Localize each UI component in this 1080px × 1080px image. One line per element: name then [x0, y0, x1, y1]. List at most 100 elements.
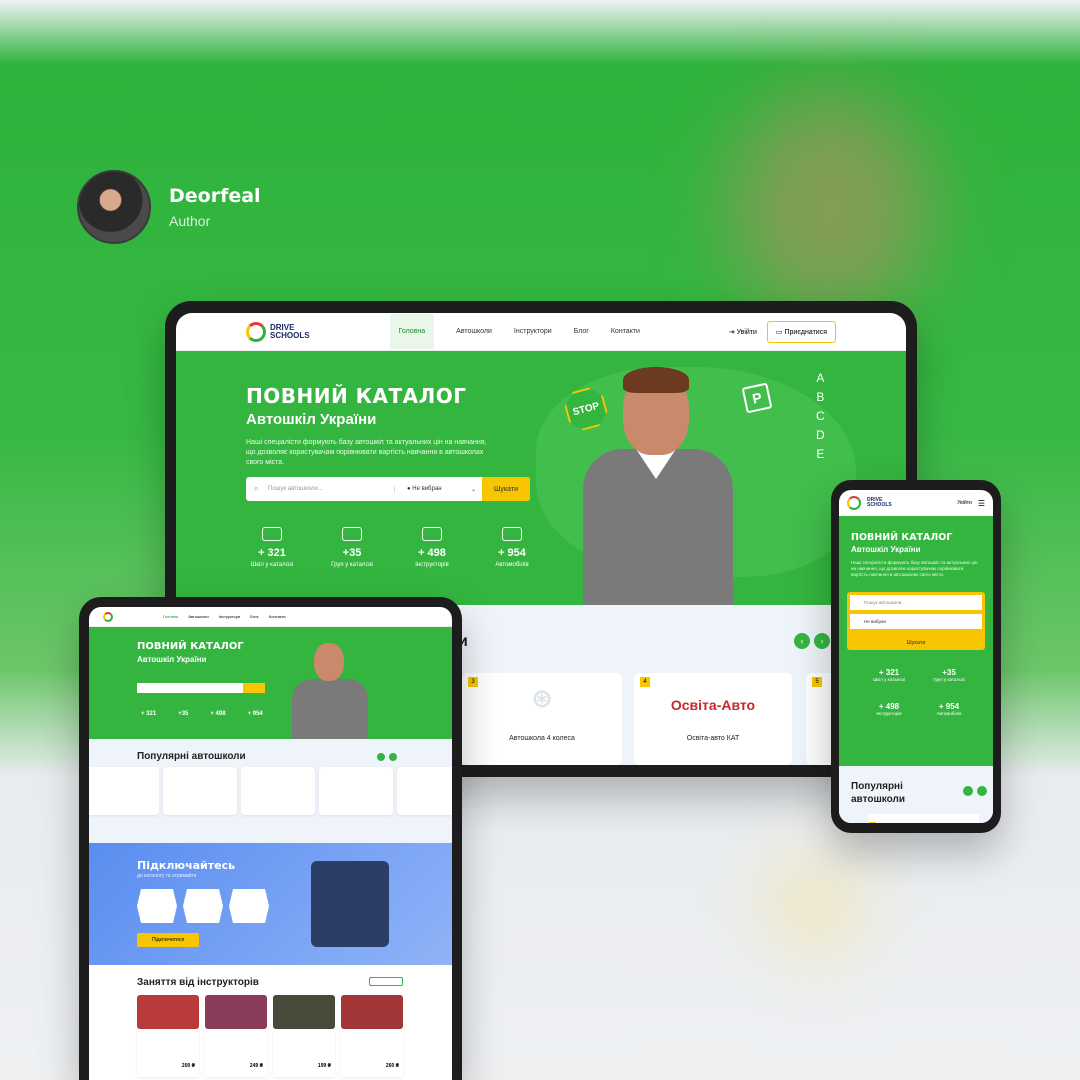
- stats-grid: + 321 Шкіл у каталозі +35 Груп у каталозі …: [859, 668, 979, 716]
- nav-contacts[interactable]: Контакти: [611, 314, 640, 349]
- prev-arrow-icon[interactable]: ‹: [794, 633, 810, 649]
- school-card[interactable]: 3: [869, 814, 979, 823]
- search-button[interactable]: Шукати: [847, 636, 985, 650]
- school-card[interactable]: 4 Освіта-Авто Освіта-авто КАТ: [634, 673, 792, 765]
- hero-subtitle: Автошкіл України: [137, 655, 207, 664]
- lesson-price: 249 ₴: [249, 1063, 263, 1069]
- stat-label: Автомобілів: [495, 562, 529, 568]
- site-logo[interactable]: DRIVE SCHOOLS: [246, 321, 310, 342]
- section-title: Популярні автошколи: [851, 781, 906, 805]
- city-select-value: Не вибран: [412, 485, 442, 492]
- phone-hero: ПОВНИЙ КАТАЛОГ Автошкіл України Наші спе…: [839, 516, 993, 766]
- nav-home[interactable]: Головна: [163, 614, 178, 619]
- school-card[interactable]: [89, 767, 159, 815]
- author-card: Deorfeal Author: [77, 170, 261, 244]
- login-label: Увійти: [736, 328, 757, 336]
- next-arrow-icon[interactable]: ›: [814, 633, 830, 649]
- stat-number: + 498: [210, 711, 226, 717]
- hero-title: ПОВНИЙ КАТАЛОГ: [246, 384, 467, 408]
- search-bar: ⌕ Пошук автошколи... ● Не вибран ⌄ Шукати: [246, 477, 530, 501]
- stat-label: Шкіл у каталозі: [250, 562, 294, 568]
- nav-schools[interactable]: Автошколи: [188, 614, 208, 619]
- stat-number: + 498: [418, 547, 446, 559]
- stat-number: +35: [342, 547, 362, 559]
- connect-title: Підключайтесь: [137, 859, 236, 872]
- car-icon: [502, 527, 522, 541]
- author-role: Author: [169, 213, 211, 229]
- nav-blog[interactable]: Блог: [574, 314, 589, 349]
- section-title: Популярні автошколи: [137, 751, 246, 762]
- lesson-price: 199 ₴: [317, 1063, 331, 1069]
- rank-badge: 4: [640, 677, 650, 687]
- lesson-card[interactable]: 199 ₴: [273, 1029, 335, 1077]
- stat-instructors: + 498 Інструкторів: [859, 702, 919, 716]
- rank-badge: 5: [812, 677, 822, 687]
- search-button[interactable]: [243, 683, 265, 693]
- all-lessons-button[interactable]: [369, 977, 403, 986]
- logo-text-2: SCHOOLS: [270, 330, 310, 340]
- top-nav: DRIVE SCHOOLS Головна Автошколи Інструкто…: [176, 313, 906, 351]
- stat-label: Інструкторів: [415, 562, 449, 568]
- school-card[interactable]: [163, 767, 237, 815]
- school-name: Автошкола 4 колеса: [509, 735, 575, 742]
- nav-schools[interactable]: Автошколи: [456, 314, 492, 349]
- school-card[interactable]: [241, 767, 315, 815]
- login-link[interactable]: ⇥ Увійти: [729, 328, 757, 336]
- tablet-frame: Головна Автошколи Інструктори Блог Конта…: [79, 597, 462, 1080]
- stat-label: Груп у каталозі: [331, 562, 373, 568]
- hamburger-menu-icon[interactable]: ☰: [978, 499, 985, 508]
- stat-number: + 498: [878, 702, 900, 711]
- prev-arrow-icon[interactable]: [963, 786, 973, 796]
- rank-badge: 3: [869, 822, 876, 823]
- lesson-photo: [341, 995, 403, 1029]
- lesson-card[interactable]: 200 ₴: [137, 1029, 199, 1077]
- stats-row: + 321 +35 + 498 + 954: [141, 711, 263, 717]
- school-card[interactable]: 3 ⊛ Автошкола 4 колеса: [462, 673, 622, 765]
- search-input[interactable]: Пошук автошколи...: [246, 486, 394, 492]
- tablet-hero: ПОВНИЙ КАТАЛОГ Автошкіл України + 321 +3…: [89, 627, 452, 739]
- stat-label: Автомобілів: [936, 711, 962, 716]
- city-select[interactable]: Не вибран: [850, 614, 982, 629]
- feature-hex: [137, 889, 177, 923]
- nav-instructors[interactable]: Інструктори: [219, 614, 241, 619]
- search-button[interactable]: Шукати: [482, 477, 530, 501]
- hero-text: Наші спеціалісти формують базу автошкіл …: [851, 560, 978, 577]
- search-box: Пошук автошколи... Не вибран Шукати: [847, 592, 985, 650]
- megaphone-illustration: [311, 861, 389, 947]
- lesson-card[interactable]: 249 ₴: [205, 1029, 267, 1077]
- lesson-photo: [137, 995, 199, 1029]
- school-card[interactable]: [319, 767, 393, 815]
- prev-arrow-icon[interactable]: [377, 753, 385, 761]
- background-blur-person: [730, 90, 930, 320]
- school-name: Освіта-авто КАТ: [686, 735, 740, 742]
- steering-wheel-icon: [103, 611, 113, 622]
- stat-cars: + 954 Автомобілів: [919, 702, 979, 716]
- steering-wheel-icon: [246, 321, 266, 342]
- lesson-card[interactable]: 260 ₴: [341, 1029, 403, 1077]
- stat-cars: + 954 Автомобілів: [486, 527, 538, 568]
- login-link[interactable]: Увійти: [957, 500, 972, 506]
- school-card[interactable]: [397, 767, 452, 815]
- join-button[interactable]: ▭ Приєднатися: [766, 320, 836, 343]
- next-arrow-icon[interactable]: [977, 786, 987, 796]
- nav-instructors[interactable]: Інструктори: [514, 314, 552, 349]
- stat-number: + 321: [258, 547, 286, 559]
- stat-groups: +35 Груп у каталозі: [326, 527, 378, 568]
- next-arrow-icon[interactable]: [389, 753, 397, 761]
- hero-subtitle: Автошкіл України: [246, 411, 377, 428]
- search-bar[interactable]: [137, 683, 265, 693]
- hero-subtitle: Автошкіл України: [851, 545, 921, 554]
- stat-number: +35: [942, 668, 956, 677]
- stat-schools: + 321 Шкіл у каталозі: [859, 668, 919, 682]
- search-input[interactable]: Пошук автошколи...: [850, 595, 982, 610]
- city-select[interactable]: ● Не вибран ⌄: [394, 485, 482, 493]
- logo-text-2: SCHOOLS: [867, 502, 892, 508]
- hero-text: Наші спеціалісти формують базу автошкіл …: [246, 439, 487, 466]
- category-letter: A: [816, 371, 825, 385]
- school-logo: Освіта-Авто: [670, 697, 756, 713]
- nav-home[interactable]: Головна: [389, 314, 435, 349]
- nav-contacts[interactable]: Контакти: [269, 614, 286, 619]
- connect-button[interactable]: Підключитися: [137, 933, 199, 947]
- nav-blog[interactable]: Блог: [250, 614, 259, 619]
- instructor-icon: [422, 527, 442, 541]
